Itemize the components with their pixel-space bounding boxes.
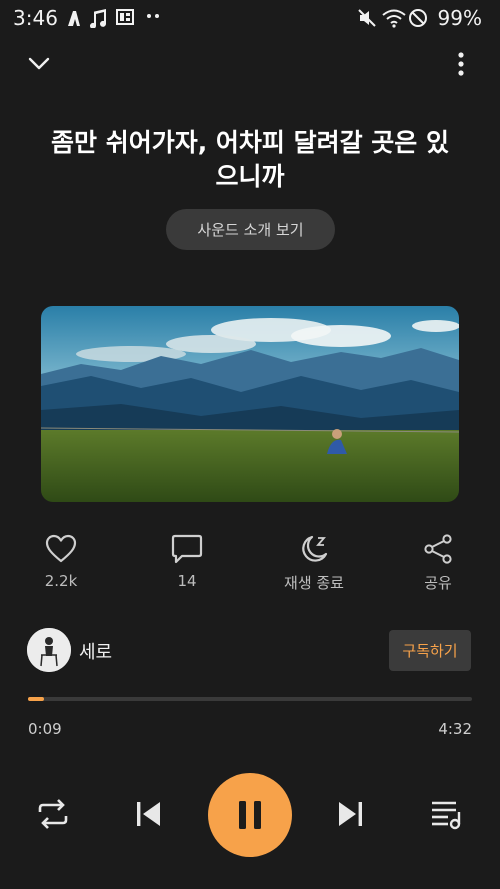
battery-level: 99% bbox=[437, 6, 482, 30]
sleep-timer-action[interactable]: 재생 종료 bbox=[269, 534, 359, 593]
avatar[interactable] bbox=[27, 628, 71, 672]
total-time: 4:32 bbox=[438, 720, 472, 738]
chevron-down-icon[interactable] bbox=[27, 53, 51, 73]
more-dots-icon bbox=[146, 13, 160, 19]
current-time: 0:09 bbox=[28, 720, 62, 738]
moon-icon bbox=[269, 534, 359, 564]
cover-image bbox=[41, 306, 459, 502]
share-icon bbox=[393, 534, 483, 564]
comment-icon bbox=[142, 534, 232, 564]
playlist-icon[interactable] bbox=[430, 798, 464, 830]
share-label: 공유 bbox=[424, 574, 452, 592]
gallery-icon bbox=[116, 8, 134, 26]
do-not-disturb-icon bbox=[408, 8, 428, 28]
mute-icon bbox=[357, 8, 377, 28]
sleep-timer-label: 재생 종료 bbox=[284, 574, 344, 592]
share-action[interactable]: 공유 bbox=[393, 534, 483, 593]
progress-track[interactable] bbox=[28, 697, 472, 701]
more-vertical-icon[interactable] bbox=[454, 52, 468, 76]
comment-count: 14 bbox=[177, 572, 197, 590]
status-bar: 3:46 99% bbox=[0, 0, 500, 36]
repeat-icon[interactable] bbox=[36, 798, 70, 830]
like-count: 2.2k bbox=[44, 572, 78, 590]
comment-action[interactable]: 14 bbox=[142, 534, 232, 590]
skip-previous-icon[interactable] bbox=[134, 799, 164, 829]
status-time: 3:46 bbox=[13, 6, 58, 30]
progress-fill bbox=[28, 697, 44, 701]
sound-intro-button[interactable]: 사운드 소개 보기 bbox=[166, 209, 335, 250]
skip-next-icon[interactable] bbox=[335, 799, 365, 829]
music-note-icon bbox=[90, 8, 108, 28]
wifi-icon bbox=[382, 8, 406, 28]
like-action[interactable]: 2.2k bbox=[16, 534, 106, 590]
track-title: 좀만 쉬어가자, 어차피 달려갈 곳은 있으니까 bbox=[50, 128, 450, 191]
heart-icon bbox=[16, 534, 106, 564]
artist-app-icon bbox=[64, 8, 84, 28]
pause-icon bbox=[236, 799, 264, 831]
artist-name[interactable]: 세로 bbox=[79, 638, 112, 664]
subscribe-button[interactable]: 구독하기 bbox=[389, 630, 471, 671]
play-pause-button[interactable] bbox=[208, 773, 292, 857]
